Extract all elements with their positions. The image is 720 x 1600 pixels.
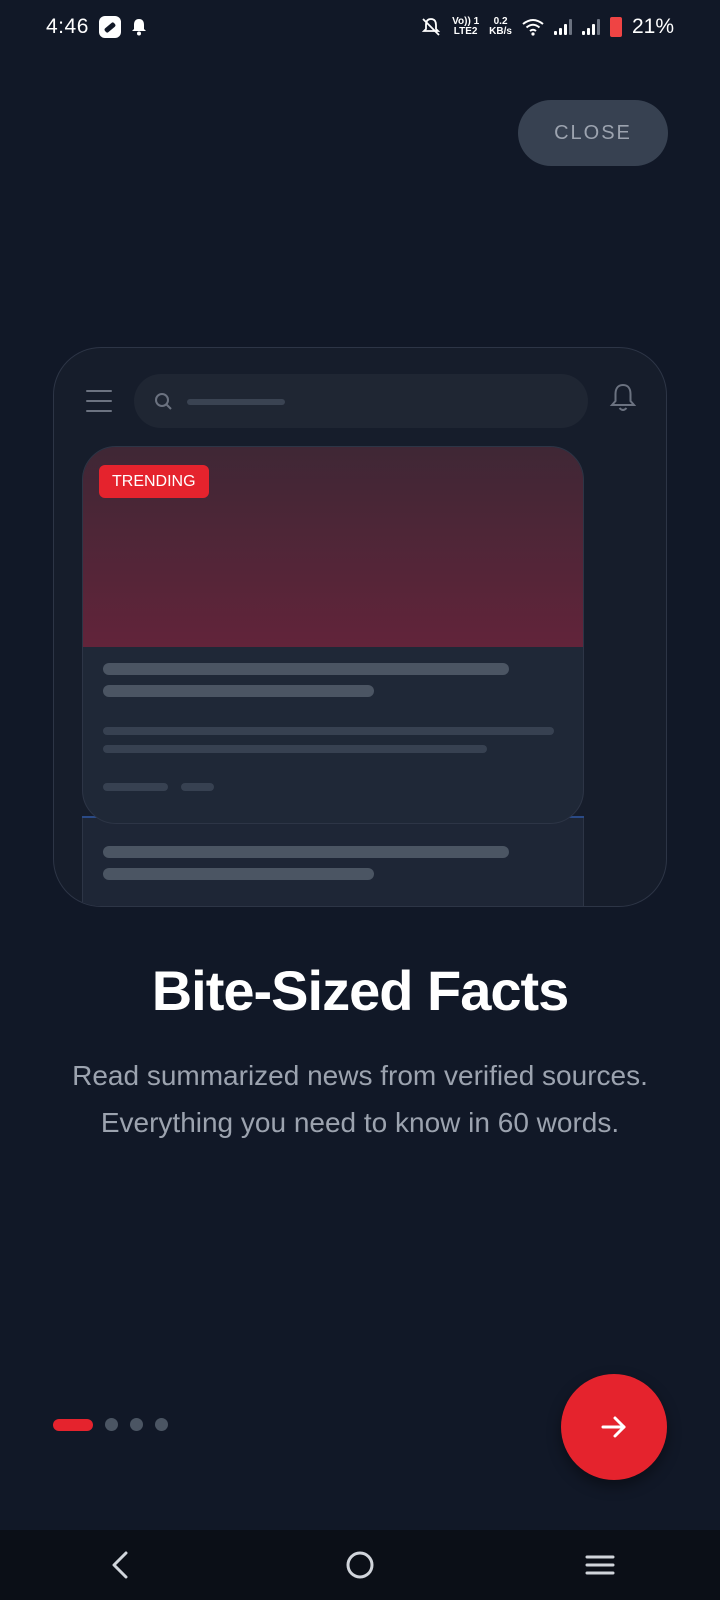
feed-illustration: TRENDING bbox=[53, 347, 667, 907]
home-circle-icon bbox=[346, 1551, 374, 1579]
search-icon bbox=[155, 393, 172, 410]
placeholder-line bbox=[103, 846, 509, 858]
system-nav-bar bbox=[0, 1530, 720, 1600]
network-speed: 0.2 KB/s bbox=[489, 17, 512, 37]
battery-icon bbox=[609, 17, 622, 37]
bell-icon bbox=[609, 383, 637, 411]
back-chevron-icon bbox=[112, 1551, 128, 1579]
network-bottom-label: LTE2 bbox=[453, 26, 478, 37]
trending-badge: TRENDING bbox=[99, 465, 209, 498]
status-bar: 4:46 Vo)) 1 LTE2 0.2 KB/s 21% bbox=[0, 0, 720, 54]
news-card: TRENDING bbox=[82, 446, 584, 824]
next-button[interactable] bbox=[561, 1374, 667, 1480]
placeholder-line bbox=[103, 868, 374, 880]
status-left: 4:46 bbox=[46, 15, 147, 39]
battery-percent: 21% bbox=[631, 15, 674, 38]
home-button[interactable] bbox=[330, 1535, 390, 1595]
silent-bell-icon bbox=[421, 18, 441, 36]
recents-lines-icon bbox=[585, 1555, 615, 1575]
page-dot bbox=[155, 1418, 168, 1431]
body-line bbox=[103, 745, 487, 753]
page-dot bbox=[105, 1418, 118, 1431]
bell-notification-icon bbox=[131, 19, 146, 36]
meta-line bbox=[181, 783, 214, 791]
status-right: Vo)) 1 LTE2 0.2 KB/s 21% bbox=[420, 15, 674, 39]
mock-search-bar bbox=[134, 374, 588, 428]
arrow-right-icon bbox=[601, 1416, 626, 1438]
headline-line bbox=[103, 663, 509, 675]
page-dot bbox=[130, 1418, 143, 1431]
back-button[interactable] bbox=[90, 1535, 150, 1595]
page-indicator bbox=[53, 1418, 168, 1431]
network-type: Vo)) 1 LTE2 bbox=[452, 17, 479, 37]
slide-title: Bite-Sized Facts bbox=[151, 959, 570, 1022]
next-card bbox=[82, 818, 584, 906]
status-time: 4:46 bbox=[46, 15, 89, 38]
search-placeholder-line bbox=[187, 399, 285, 405]
signal-sim1-icon bbox=[553, 19, 572, 35]
recents-button[interactable] bbox=[570, 1535, 630, 1595]
app-notification-icon bbox=[98, 16, 121, 38]
hamburger-menu-icon bbox=[86, 390, 112, 420]
card-image-placeholder: TRENDING bbox=[83, 447, 583, 647]
body-line bbox=[103, 727, 554, 735]
wifi-icon bbox=[522, 19, 544, 36]
signal-sim2-icon bbox=[581, 19, 600, 35]
headline-line bbox=[103, 685, 374, 697]
meta-line bbox=[103, 783, 168, 791]
close-button[interactable]: CLOSE bbox=[518, 100, 668, 166]
slide-description: Read summarized news from verified sourc… bbox=[72, 1060, 648, 1138]
page-dot-active bbox=[53, 1418, 93, 1431]
speed-unit: KB/s bbox=[489, 26, 512, 37]
